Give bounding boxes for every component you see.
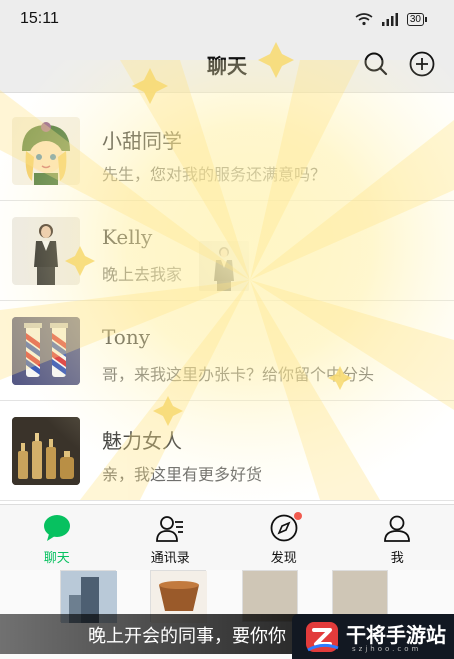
watermark-name: 干将手游站 — [346, 623, 446, 647]
status-time: 15:11 — [20, 10, 59, 27]
avatar — [12, 217, 80, 285]
battery-indicator: 30 — [406, 12, 428, 26]
tab-chats[interactable]: 聊天 — [0, 505, 114, 570]
tab-me[interactable]: 我 — [341, 505, 454, 570]
chat-item-meili-nvren[interactable]: 魅力女人 亲，我这里有更多好货 — [0, 401, 454, 501]
avatar — [12, 317, 80, 385]
status-icons: 30 — [355, 12, 428, 26]
signal-icon — [381, 12, 398, 26]
add-icon[interactable] — [408, 50, 436, 78]
message-photo-thumbnail[interactable] — [199, 241, 249, 291]
caption-text: 晚上开会的同事，要你你 — [88, 626, 286, 647]
chat-list: 小甜同学 先生，您对我的服务还满意吗？ Kelly 晚上去我家 Tony 哥，来… — [0, 92, 454, 504]
tab-label: 通讯录 — [150, 551, 190, 566]
chat-item-kelly[interactable]: Kelly 晚上去我家 — [0, 201, 454, 301]
chat-bubble-icon — [43, 515, 70, 541]
barber-pole-icon — [12, 317, 80, 385]
girl-avatar-icon — [22, 122, 70, 185]
chat-item-xiaotian[interactable]: 小甜同学 先生，您对我的服务还满意吗？ — [0, 101, 454, 201]
chat-name: Kelly — [102, 225, 153, 249]
chat-name: Tony — [102, 325, 151, 349]
video-caption: 晚上开会的同事，要你你 — [0, 614, 320, 654]
site-watermark: 干将手游站 szjhoo.com — [292, 614, 454, 659]
chat-name: 魅力女人 — [102, 429, 182, 453]
chat-last-message: 哥，来我这里办张卡？给你留个中分头 — [102, 365, 375, 384]
notification-dot — [293, 512, 302, 520]
phone-screen: 15:11 30 聊天 小甜同学 先生，您对我的服务还满意吗？ Kelly 晚上… — [0, 0, 454, 659]
person-icon — [384, 515, 411, 542]
chat-last-message: 晚上去我家 — [102, 265, 183, 284]
tab-label: 我 — [390, 551, 404, 566]
avatar — [12, 117, 80, 185]
header: 聊天 — [0, 40, 454, 92]
chat-name: 小甜同学 — [102, 129, 182, 153]
wifi-icon — [355, 13, 373, 26]
tab-label: 聊天 — [43, 551, 70, 566]
search-icon[interactable] — [362, 50, 390, 78]
chat-last-message: 亲，我这里有更多好货 — [102, 465, 263, 484]
watermark-url: szjhoo.com — [352, 645, 422, 653]
cosmetics-bottles-icon — [12, 417, 80, 485]
watermark-logo-icon — [306, 622, 339, 652]
contacts-icon — [156, 516, 184, 542]
chat-last-message: 先生，您对我的服务还满意吗？ — [102, 165, 327, 184]
chat-item-tony[interactable]: Tony 哥，来我这里办张卡？给你留个中分头 — [0, 301, 454, 401]
woman-photo-icon — [199, 241, 249, 291]
bottom-tab-bar: 聊天 通讯录 发现 我 — [0, 504, 454, 570]
tab-contacts[interactable]: 通讯录 — [114, 505, 228, 570]
avatar — [12, 417, 80, 485]
status-bar: 15:11 30 — [0, 0, 454, 40]
tab-label: 发现 — [270, 551, 297, 566]
woman-avatar-icon — [34, 224, 58, 285]
tab-discover[interactable]: 发现 — [227, 505, 341, 570]
